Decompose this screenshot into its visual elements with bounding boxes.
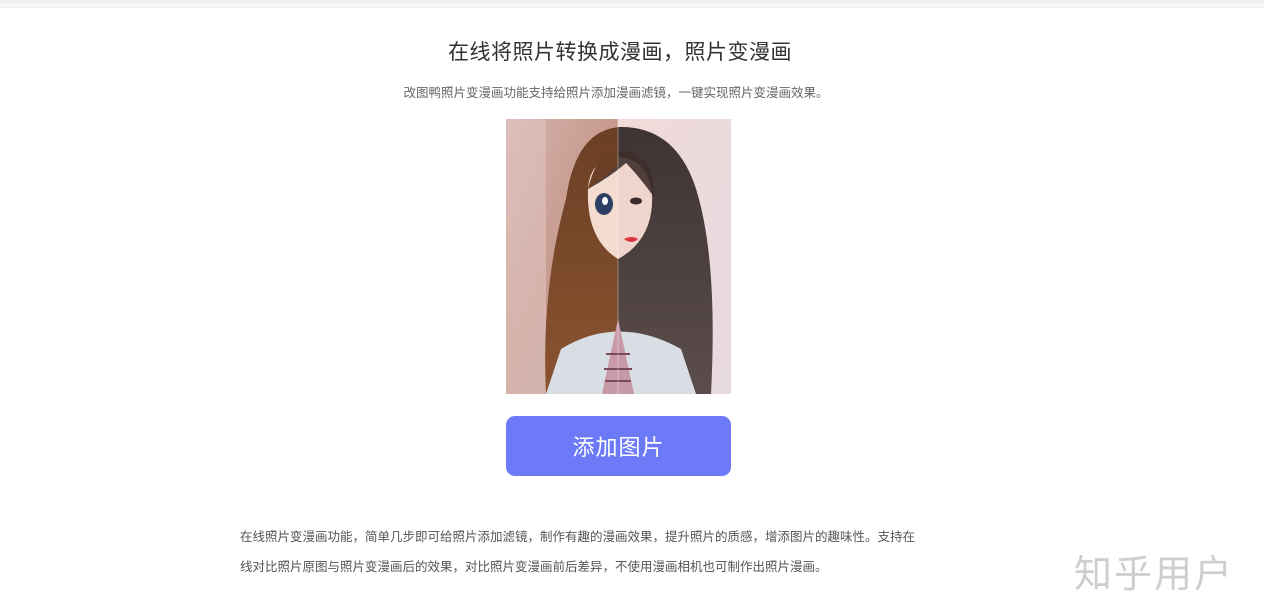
watermark: 知乎用户 [1074, 552, 1235, 596]
comparison-preview-image [506, 119, 731, 394]
page-title: 在线将照片转换成漫画，照片变漫画 [448, 40, 792, 64]
feature-description: 在线照片变漫画功能，简单几步即可给照片添加滤镜，制作有趣的漫画效果，提升照片的质… [240, 522, 1010, 582]
page: 在线将照片转换成漫画，照片变漫画 改图鸭照片变漫画功能支持给照片添加漫画滤镜，一… [0, 0, 1264, 611]
description-line-2: 线对比照片原图与照片变漫画后的效果，对比照片变漫画前后差异，不使用漫画相机也可制… [240, 559, 828, 574]
add-image-button[interactable]: 添加图片 [506, 416, 731, 476]
page-subtitle: 改图鸭照片变漫画功能支持给照片添加漫画滤镜，一键实现照片变漫画效果。 [403, 85, 829, 100]
description-line-1: 在线照片变漫画功能，简单几步即可给照片添加滤镜，制作有趣的漫画效果，提升照片的质… [240, 529, 916, 544]
top-bar [0, 0, 1264, 8]
